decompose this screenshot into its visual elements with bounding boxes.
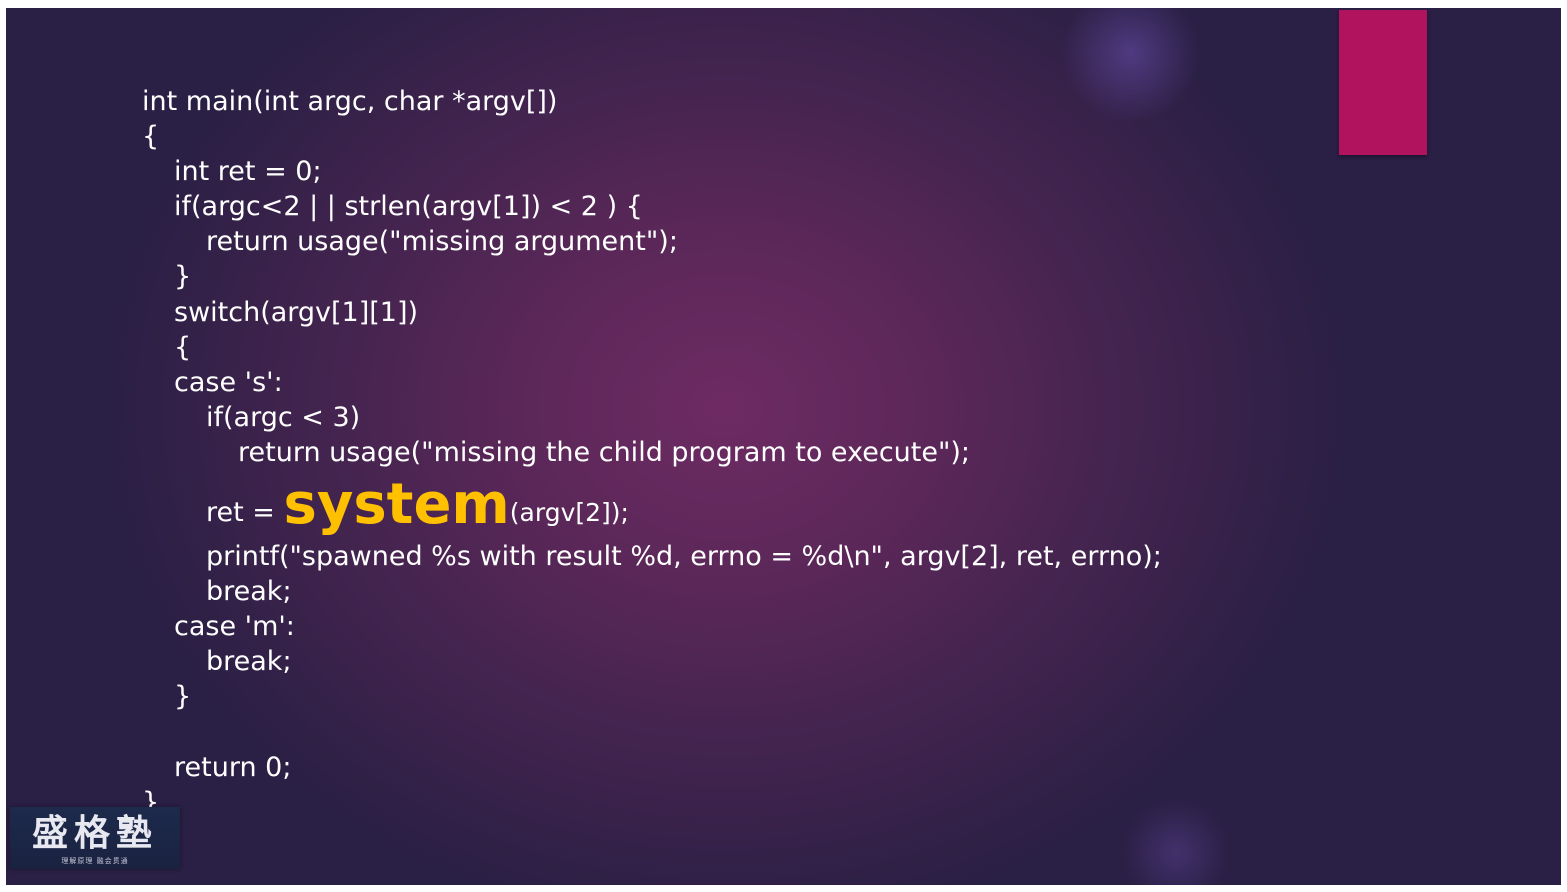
code-segment: (argv[2]); (509, 498, 629, 528)
code-line: if(argc<2 | | strlen(argv[1]) < 2 ) { (174, 191, 643, 223)
brand-logo-tagline: 理解原理 融会贯通 (61, 856, 128, 865)
code-line: printf("spawned %s with result %d, errno… (206, 541, 1162, 573)
code-line: } (142, 786, 160, 818)
brand-logo: 盛格塾 理解原理 融会贯通 (10, 807, 180, 869)
system-keyword-highlight: system (283, 472, 510, 538)
code-line: int main(int argc, char *argv[]) (142, 86, 558, 117)
accent-bar (1339, 10, 1427, 155)
code-line: } (174, 681, 192, 713)
code-line: return 0; (174, 751, 292, 783)
code-line: if(argc < 3) (206, 401, 361, 433)
code-segment: ret = (206, 497, 284, 529)
code-line: break; (206, 646, 292, 678)
code-line-system-call: ret = system(argv[2]); (142, 470, 1162, 539)
slide: int main(int argc, char *argv[]) { int r… (6, 8, 1561, 885)
code-line: case 's': (174, 366, 283, 398)
code-line: int ret = 0; (174, 156, 322, 188)
code-line: { (142, 121, 160, 153)
brand-logo-graphic: 盛格塾 理解原理 融会贯通 (32, 812, 158, 865)
code-line: case 'm': (174, 611, 295, 643)
code-block: int main(int argc, char *argv[]) { int r… (142, 84, 1162, 820)
code-line: } (174, 261, 192, 293)
code-line: { (174, 331, 192, 363)
code-line: break; (206, 576, 292, 608)
code-line: switch(argv[1][1]) (174, 296, 419, 328)
brand-logo-text: 盛格塾 (32, 812, 158, 854)
code-line: return usage("missing argument"); (206, 226, 678, 258)
code-line: return usage("missing the child program … (238, 436, 971, 468)
